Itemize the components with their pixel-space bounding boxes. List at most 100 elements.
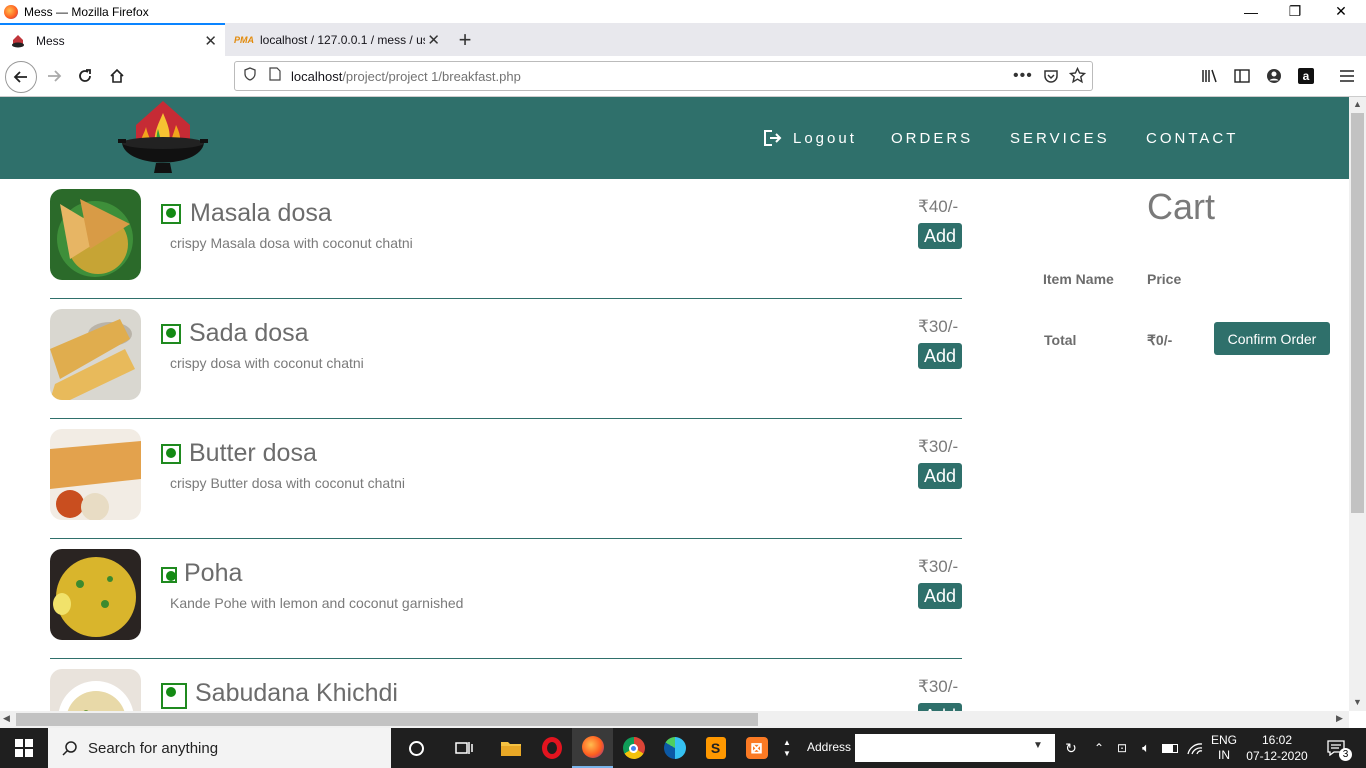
cart-col-item-name: Item Name — [1043, 271, 1114, 287]
address-go-button[interactable]: ↻ — [1057, 728, 1085, 768]
webcam-icon: ⊡ — [1116, 741, 1128, 755]
tab-close-icon[interactable]: ✕ — [427, 31, 440, 49]
item-price: ₹30/- — [918, 677, 959, 696]
opera-icon — [541, 737, 562, 759]
tab-mess[interactable]: Mess ✕ — [0, 23, 225, 56]
address-toolbar-input[interactable]: ▼ — [855, 734, 1055, 762]
notification-count: 3 — [1339, 748, 1352, 761]
more-actions-icon[interactable]: ••• — [1013, 67, 1033, 85]
veg-icon — [161, 683, 187, 709]
window-title: Mess — Mozilla Firefox — [24, 4, 149, 19]
region-code: IN — [1218, 748, 1230, 762]
cortana-button[interactable] — [396, 728, 437, 768]
open-menu-button[interactable] — [1333, 62, 1361, 90]
tab-favicon-icon — [10, 33, 26, 49]
bookmark-star-icon[interactable] — [1068, 66, 1087, 89]
back-button[interactable] — [5, 61, 37, 93]
home-icon — [110, 68, 124, 83]
scroll-left-icon[interactable]: ◀ — [3, 713, 10, 724]
food-image — [50, 549, 141, 640]
library-icon — [1202, 69, 1217, 83]
battery-icon — [1162, 743, 1178, 753]
language-indicator[interactable]: ENG IN — [1208, 728, 1240, 768]
library-button[interactable] — [1196, 62, 1224, 90]
nav-services[interactable]: SERVICES — [1010, 130, 1110, 147]
scroll-down-icon[interactable]: ▼ — [1353, 697, 1362, 707]
sublime-text-button[interactable]: S — [695, 728, 736, 768]
nav-contact[interactable]: CONTACT — [1146, 130, 1238, 147]
scrollbar-thumb[interactable] — [1351, 113, 1364, 513]
mess-logo[interactable] — [118, 99, 208, 177]
food-image — [50, 429, 141, 520]
tab-close-icon[interactable]: ✕ — [204, 32, 217, 50]
pocket-icon[interactable] — [1043, 68, 1059, 89]
add-button[interactable]: Add — [918, 463, 962, 489]
xampp-button[interactable]: ⊠ — [736, 728, 777, 768]
nav-orders[interactable]: ORDERS — [891, 130, 973, 147]
scroll-right-icon[interactable]: ▶ — [1336, 713, 1343, 724]
battery-button[interactable] — [1160, 728, 1180, 768]
scrollbar-thumb[interactable] — [16, 713, 758, 726]
firefox-taskbar-button[interactable] — [572, 728, 613, 768]
amazon-icon: a — [1298, 68, 1314, 84]
item-name: Masala dosa — [190, 199, 332, 227]
vertical-scrollbar[interactable]: ▲ ▼ — [1349, 97, 1366, 711]
cortana-icon — [409, 740, 424, 756]
amazon-button[interactable]: a — [1292, 62, 1320, 90]
address-bar[interactable]: localhost /project/project 1/breakfast.p… — [234, 61, 1093, 91]
sublime-text-icon: S — [705, 737, 726, 759]
sidebar-button[interactable] — [1228, 62, 1256, 90]
meet-now-button[interactable]: ⊡ — [1112, 728, 1132, 768]
phpmyadmin-icon: PMA — [234, 34, 254, 45]
shield-icon[interactable] — [243, 66, 257, 86]
clock-time: 16:02 — [1261, 733, 1293, 747]
window-title-bar: Mess — Mozilla Firefox — ❐ ✕ — [0, 0, 1366, 23]
tab-strip: Mess ✕ PMA localhost / 127.0.0.1 / mess … — [0, 23, 1366, 56]
food-image — [50, 189, 141, 280]
taskbar-search[interactable]: Search for anything — [48, 728, 391, 768]
hamburger-menu-icon — [1340, 70, 1354, 82]
firefox-icon — [4, 4, 18, 19]
clock-date: 07-12-2020 — [1246, 749, 1308, 763]
cart-col-price: Price — [1147, 271, 1182, 287]
wifi-button[interactable] — [1184, 728, 1206, 768]
clock[interactable]: 16:02 07-12-2020 — [1244, 728, 1310, 768]
arrow-left-icon — [13, 71, 27, 83]
scroll-up-icon[interactable]: ▲ — [1353, 99, 1362, 109]
navigation-toolbar: localhost /project/project 1/breakfast.p… — [0, 56, 1366, 97]
account-icon — [1267, 69, 1281, 83]
menu-item: Butter dosa crispy Butter dosa with coco… — [50, 419, 962, 539]
add-button[interactable]: Add — [918, 343, 962, 369]
logout-icon[interactable] — [764, 130, 782, 151]
chevron-down-icon[interactable]: ▼ — [1033, 740, 1043, 751]
horizontal-scrollbar[interactable]: ◀ ▶ — [0, 711, 1349, 728]
task-view-button[interactable] — [443, 728, 484, 768]
edge-button[interactable] — [654, 728, 695, 768]
account-button[interactable] — [1260, 62, 1288, 90]
show-hidden-icons-button[interactable]: ⌃ — [1090, 728, 1108, 768]
minimize-button[interactable]: — — [1228, 0, 1274, 23]
taskbar-scroll-control[interactable]: ▲ ▼ — [780, 728, 794, 768]
menu-item: Sada dosa crispy dosa with coconut chatn… — [50, 299, 962, 419]
forward-button[interactable] — [40, 62, 68, 90]
firefox-icon — [581, 736, 604, 758]
speaker-icon: 🔈︎ — [1142, 740, 1150, 755]
home-button[interactable] — [103, 62, 131, 90]
add-button[interactable]: Add — [918, 223, 962, 249]
start-button[interactable] — [0, 728, 48, 768]
reload-button[interactable] — [71, 62, 99, 90]
windows-taskbar: Search for anything S ⊠ ▲ ▼ Address ▼ ↻ ⌃… — [0, 728, 1366, 768]
close-window-button[interactable]: ✕ — [1318, 0, 1364, 23]
add-button[interactable]: Add — [918, 583, 962, 609]
restore-button[interactable]: ❐ — [1272, 0, 1318, 23]
nav-logout[interactable]: Logout — [793, 130, 857, 147]
notifications-button[interactable]: 3 — [1318, 728, 1354, 768]
new-tab-button[interactable]: + — [453, 23, 477, 56]
add-button[interactable]: Add — [918, 703, 962, 711]
confirm-order-button[interactable]: Confirm Order — [1214, 322, 1330, 355]
chrome-button[interactable] — [613, 728, 654, 768]
opera-button[interactable] — [531, 728, 572, 768]
file-explorer-button[interactable] — [490, 728, 531, 768]
tab-phpmyadmin[interactable]: PMA localhost / 127.0.0.1 / mess / us ✕ — [226, 23, 448, 56]
volume-button[interactable]: 🔈︎ — [1136, 728, 1156, 768]
